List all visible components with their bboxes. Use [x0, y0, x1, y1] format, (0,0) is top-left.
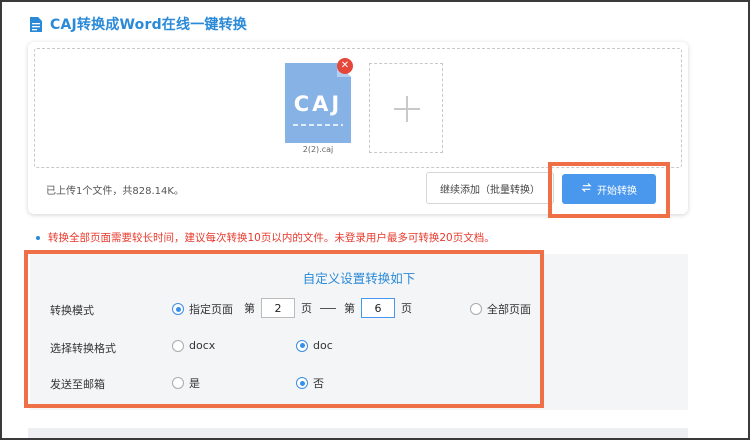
radio-circle — [172, 377, 184, 389]
radio-label: doc — [313, 339, 333, 352]
settings-title: 自定义设置转换如下 — [302, 271, 416, 286]
document-icon — [30, 16, 42, 32]
page-suffix: 页 — [401, 302, 412, 315]
upload-card: CAJ ✕ 2(2).caj 已上传1个文件，共828.14K。 继续添加（批量… — [28, 42, 688, 214]
remove-file-icon[interactable]: ✕ — [337, 58, 353, 74]
radio-label: docx — [189, 339, 216, 352]
radio-format-docx[interactable]: docx — [172, 339, 215, 352]
convert-icon — [581, 182, 592, 196]
radio-specified-pages[interactable]: 指定页面 — [172, 301, 233, 317]
settings-panel: 自定义设置转换如下 转换模式 指定页面 第 页 第 页 全部页面 选择转换格式 … — [30, 254, 688, 410]
mode-label: 转换模式 — [50, 304, 94, 317]
file-type-label: CAJ — [294, 92, 342, 116]
page-title: CAJ转换成Word在线一键转换 — [50, 17, 248, 33]
add-file-button[interactable] — [369, 63, 443, 153]
page-prefix: 第 — [344, 302, 355, 315]
radio-label: 是 — [189, 377, 200, 390]
upload-summary: 已上传1个文件，共828.14K。 — [46, 186, 184, 197]
page-prefix: 第 — [244, 302, 255, 315]
start-convert-label: 开始转换 — [597, 185, 637, 197]
page-range: 第 页 第 页 — [244, 298, 412, 318]
file-thumbnail[interactable]: CAJ — [285, 63, 351, 143]
bottom-panel-edge — [28, 428, 688, 438]
bullet-icon — [36, 235, 40, 240]
radio-label: 否 — [313, 377, 324, 390]
start-convert-button[interactable]: 开始转换 — [562, 174, 656, 204]
continue-add-button[interactable]: 继续添加（批量转换） — [426, 172, 554, 204]
radio-circle — [296, 339, 308, 352]
range-dash — [320, 307, 336, 309]
drop-zone[interactable]: CAJ ✕ 2(2).caj — [34, 48, 682, 168]
radio-format-doc[interactable]: doc — [296, 339, 333, 352]
radio-circle — [296, 377, 308, 389]
page-header: CAJ转换成Word在线一键转换 — [30, 14, 247, 34]
radio-email-no[interactable]: 否 — [296, 375, 324, 391]
email-label: 发送至邮箱 — [50, 378, 105, 391]
radio-circle — [172, 339, 184, 352]
notice: 转换全部页面需要较长时间，建议每次转换10页以内的文件。未登录用户最多可转换20… — [36, 230, 495, 245]
radio-label: 全部页面 — [487, 303, 531, 316]
format-label: 选择转换格式 — [50, 342, 116, 355]
page-to-input[interactable] — [361, 298, 395, 318]
radio-circle — [470, 303, 482, 315]
notice-text: 转换全部页面需要较长时间，建议每次转换10页以内的文件。未登录用户最多可转换20… — [48, 232, 495, 244]
radio-circle — [172, 303, 184, 315]
radio-all-pages[interactable]: 全部页面 — [470, 301, 531, 317]
page-from-input[interactable] — [261, 298, 295, 318]
radio-label: 指定页面 — [189, 303, 233, 316]
file-name: 2(2).caj — [302, 145, 334, 154]
page-suffix: 页 — [301, 302, 312, 315]
radio-email-yes[interactable]: 是 — [172, 375, 200, 391]
